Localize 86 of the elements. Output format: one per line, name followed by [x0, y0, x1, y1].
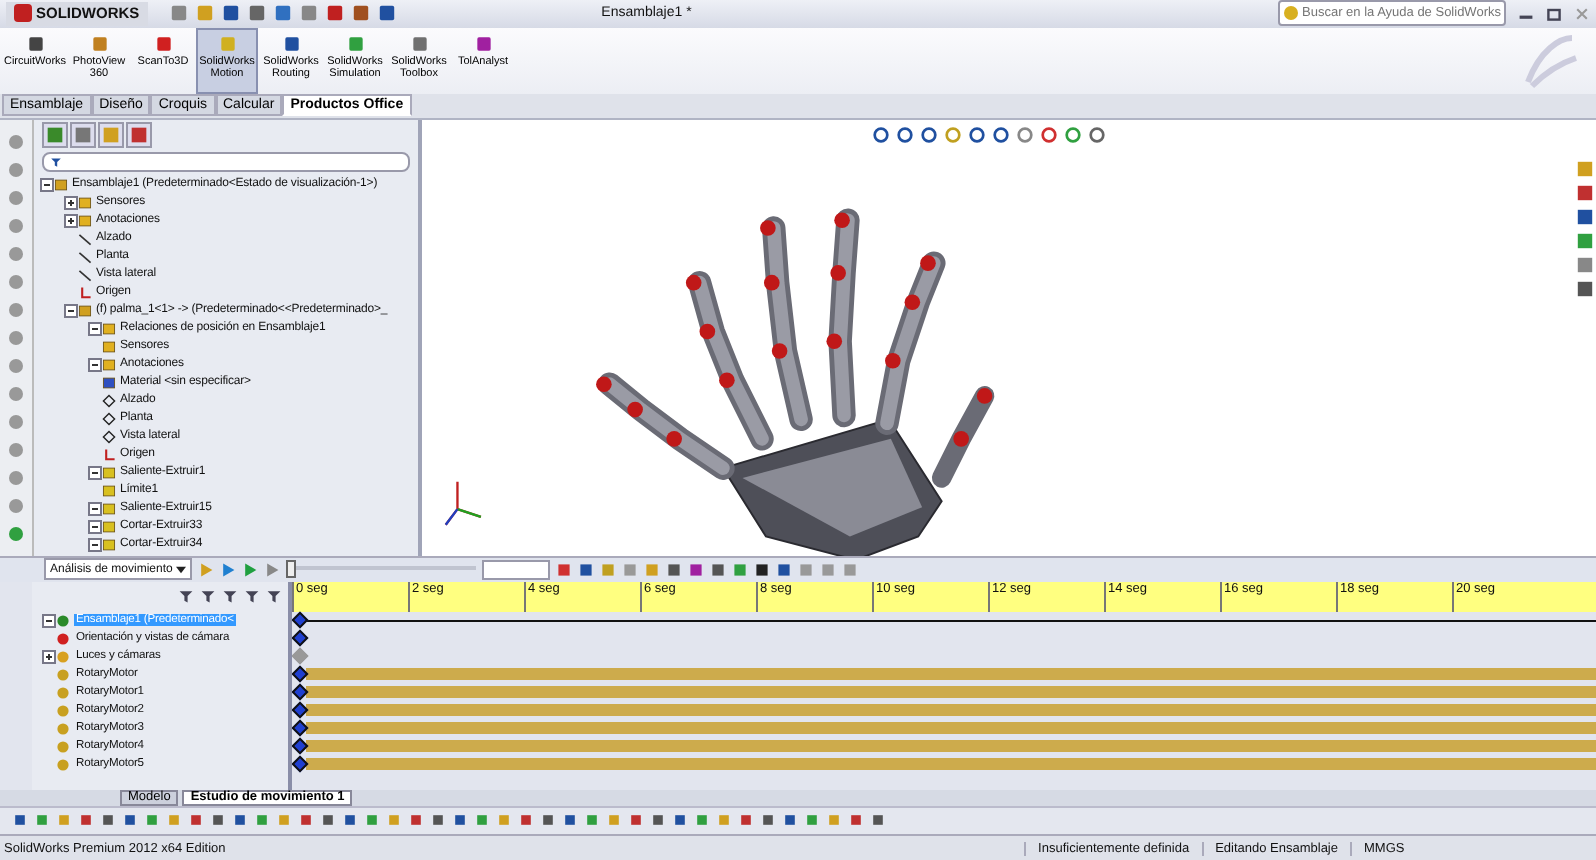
add-in-icon: [217, 33, 237, 54]
key-point-icon[interactable]: [292, 629, 309, 647]
tree-node-icon: [78, 249, 92, 264]
key-point-icon[interactable]: [292, 611, 309, 629]
add-in-icon: [409, 33, 429, 54]
tool-icon[interactable]: [6, 523, 26, 544]
tree-node-icon: [102, 375, 116, 390]
key-point-icon[interactable]: [292, 683, 309, 701]
close-icon[interactable]: [1574, 5, 1590, 22]
tree-node-icon: [78, 213, 92, 228]
tool-icon[interactable]: [6, 355, 26, 376]
expand-toggle[interactable]: [87, 537, 101, 552]
key-point-icon[interactable]: [292, 719, 309, 737]
expand-toggle[interactable]: [63, 303, 77, 318]
add-in-icon: [153, 33, 173, 54]
motion-node-icon: [56, 721, 70, 736]
expand-toggle[interactable]: [39, 177, 53, 192]
tool-icon[interactable]: [6, 383, 26, 404]
tree-node-icon: [102, 429, 116, 444]
add-in-icon: [25, 33, 45, 54]
tool-icon[interactable]: [6, 467, 26, 488]
tree-node-icon: [102, 339, 116, 354]
key-point-icon[interactable]: [292, 665, 309, 683]
tool-icon[interactable]: [6, 131, 26, 152]
expand-toggle[interactable]: [87, 321, 101, 336]
tree-node-icon: [102, 321, 116, 336]
tool-icon[interactable]: [6, 243, 26, 264]
time-slider[interactable]: [286, 560, 476, 579]
caret-icon: [176, 565, 186, 574]
motion-node-icon: [56, 685, 70, 700]
tool-icon[interactable]: [6, 327, 26, 348]
restore-icon[interactable]: [1546, 5, 1562, 22]
tree-node-icon: [54, 177, 68, 192]
tool-icon[interactable]: [6, 411, 26, 432]
motion-node-icon: [56, 739, 70, 754]
filter-field[interactable]: [42, 151, 410, 172]
tree-node-icon: [102, 357, 116, 372]
tree-node-icon: [78, 285, 92, 300]
tool-icon[interactable]: [6, 187, 26, 208]
tool-icon[interactable]: [6, 495, 26, 516]
axis-triad-icon: [444, 480, 483, 526]
panel-tab-icon[interactable]: [126, 121, 152, 148]
tool-icon[interactable]: [6, 215, 26, 236]
logo-icon: [14, 4, 32, 23]
panel-tab-icon[interactable]: [42, 121, 68, 148]
motion-node-icon: [56, 631, 70, 646]
add-in-icon: [345, 33, 365, 54]
tool-icon[interactable]: [6, 439, 26, 460]
tree-node-icon: [78, 303, 92, 318]
key-point-icon[interactable]: [292, 737, 309, 755]
add-in-icon: [473, 33, 493, 54]
expand-toggle[interactable]: [63, 213, 77, 228]
tree-node-icon: [102, 393, 116, 408]
time-field[interactable]: [482, 559, 550, 580]
panel-tab-icon[interactable]: [70, 121, 96, 148]
tool-icon[interactable]: [6, 299, 26, 320]
motion-node-icon: [56, 613, 70, 628]
tree-node-icon: [102, 483, 116, 498]
tree-node-icon: [102, 537, 116, 552]
tree-node-icon: [78, 231, 92, 246]
expand-toggle[interactable]: [63, 195, 77, 210]
expand-toggle[interactable]: [41, 613, 55, 628]
add-in-icon: [89, 33, 109, 54]
expand-toggle[interactable]: [87, 501, 101, 516]
tree-node-icon: [78, 267, 92, 282]
tool-icon[interactable]: [6, 159, 26, 180]
key-point-icon[interactable]: [292, 755, 309, 773]
tree-node-icon: [102, 447, 116, 462]
key-point-icon[interactable]: [292, 701, 309, 719]
tree-node-icon: [102, 501, 116, 516]
filter-icon: [50, 155, 62, 168]
expand-toggle[interactable]: [87, 519, 101, 534]
motion-node-icon: [56, 757, 70, 772]
tool-icon[interactable]: [6, 271, 26, 292]
tree-node-icon: [102, 465, 116, 480]
help-icon: [1284, 6, 1298, 21]
motion-node-icon: [56, 649, 70, 664]
expand-toggle[interactable]: [87, 465, 101, 480]
motion-node-icon: [56, 703, 70, 718]
tree-node-icon: [78, 195, 92, 210]
tree-node-icon: [102, 411, 116, 426]
tree-node-icon: [102, 519, 116, 534]
motion-node-icon: [56, 667, 70, 682]
expand-toggle[interactable]: [87, 357, 101, 372]
expand-toggle[interactable]: [41, 649, 55, 664]
add-in-icon: [281, 33, 301, 54]
